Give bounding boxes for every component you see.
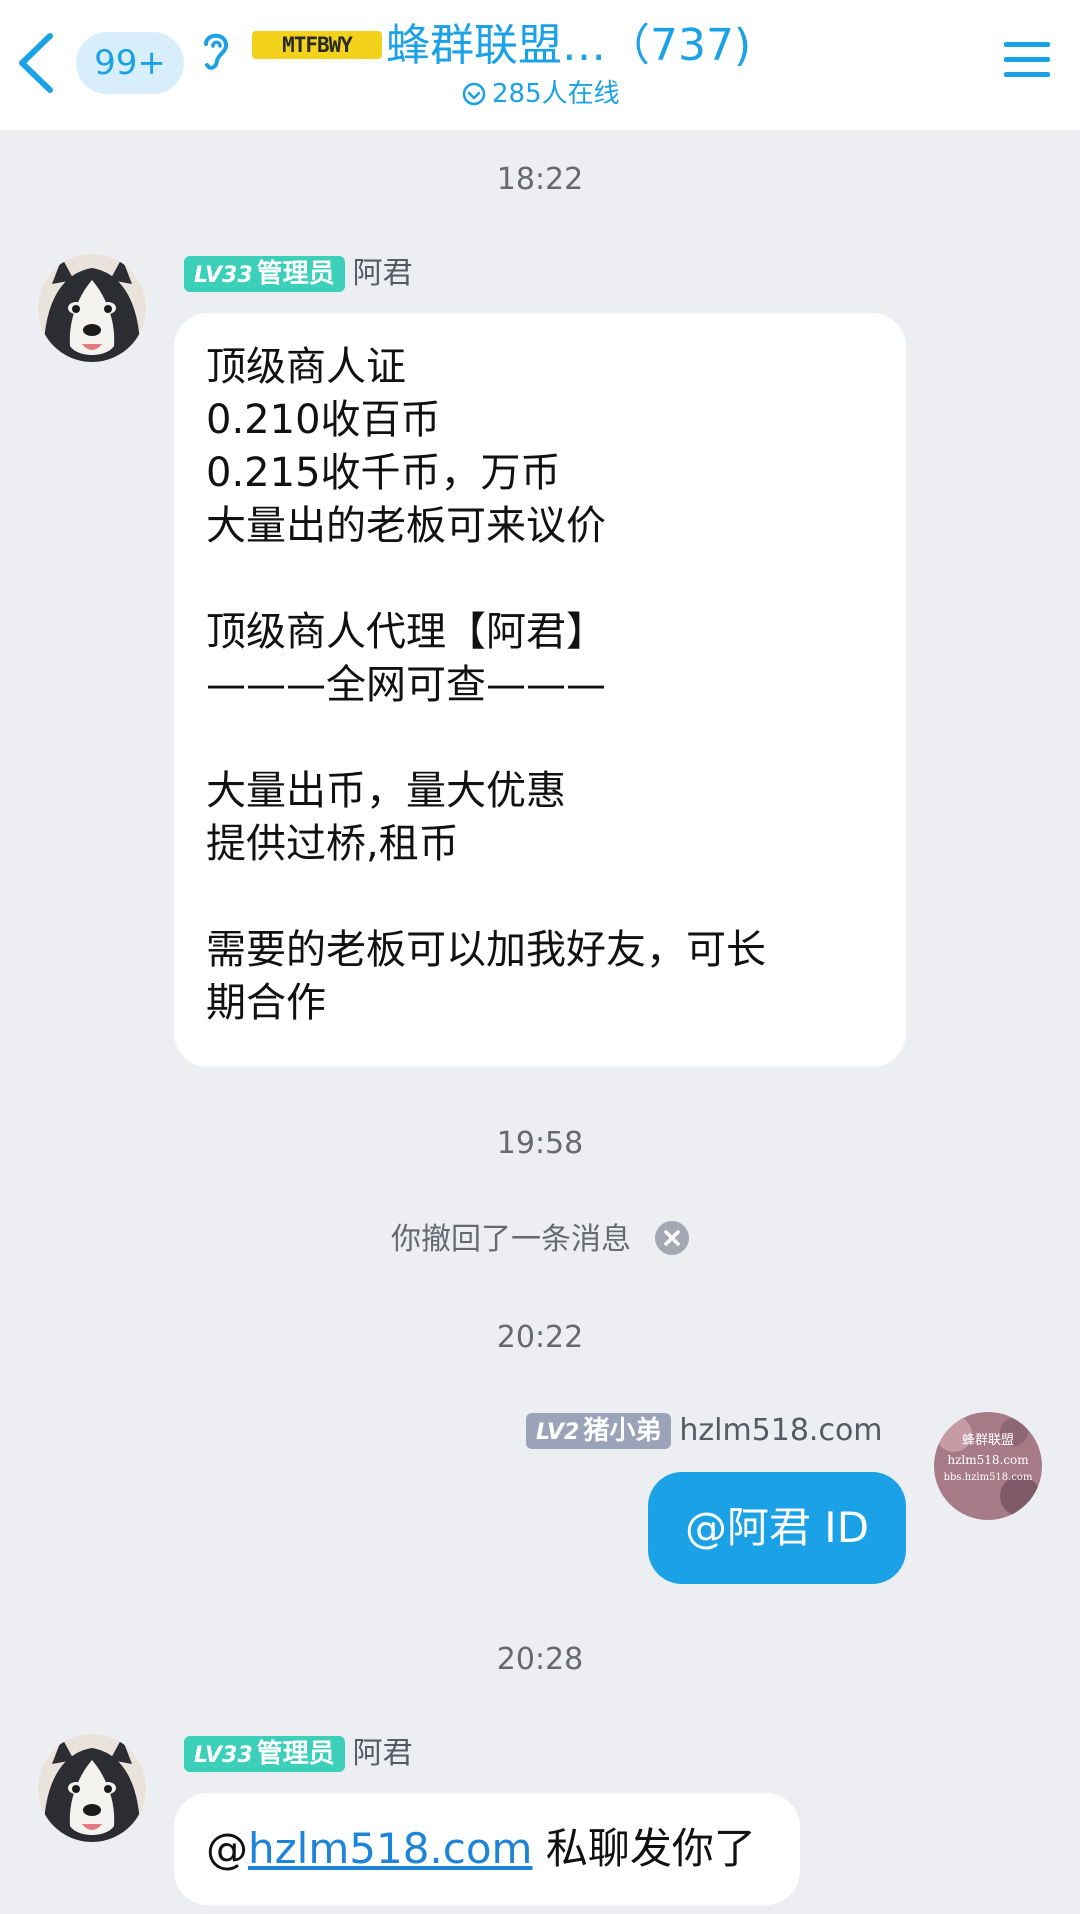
at-symbol: @ [206, 1824, 248, 1873]
menu-icon[interactable] [1002, 38, 1052, 82]
message-bubble[interactable]: @hzlm518.com 私聊发你了 [174, 1793, 800, 1905]
message-line: 期合作 [206, 980, 326, 1026]
timestamp: 18:22 [496, 162, 584, 197]
message-text: @阿君 ID [684, 1503, 870, 1552]
message-line: 大量出币，量大优惠 [206, 768, 566, 814]
message-line: 需要的老板可以加我好友，可长 [206, 927, 766, 973]
chat-header: 99+ MTFBWY 蜂群联盟…（737) 285人在线 [0, 0, 1080, 130]
avatar-ajun[interactable] [38, 254, 146, 362]
husky-avatar-image [38, 254, 146, 362]
message-line: 顶级商人证 [206, 344, 406, 390]
sender-info: LV2 猪小弟 hzlm518.com [526, 1410, 883, 1450]
avatar-self[interactable]: 蜂群联盟 hzlm518.com bbs.hzlm518.com [934, 1412, 1042, 1520]
recall-notice: 你撤回了一条消息 [0, 1220, 1080, 1260]
sender-info: LV33 管理员 阿君 [184, 253, 413, 293]
avatar-text: 蜂群联盟 [962, 1433, 1014, 1448]
avatar-text: hzlm518.com [947, 1453, 1029, 1467]
sender-name[interactable]: 阿君 [353, 1736, 413, 1771]
message-bubble-outgoing[interactable]: @阿君 ID [648, 1472, 906, 1584]
ear-icon[interactable] [198, 28, 232, 72]
group-title[interactable]: 蜂群联盟…（737) [386, 16, 766, 76]
message-line: 提供过桥,租币 [206, 821, 459, 867]
message-text: 顶级商人证 0.210收百币 0.215收千币，万币 大量出的老板可来议价 顶级… [206, 341, 766, 1030]
sender-name[interactable]: 阿君 [353, 256, 413, 291]
level-badge: LV33 管理员 [184, 255, 345, 292]
message-text-after: 私聊发你了 [532, 1824, 756, 1873]
recall-notice-text: 你撤回了一条消息 [391, 1222, 631, 1257]
online-status-icon [462, 82, 486, 106]
mention-link[interactable]: hzlm518.com [248, 1824, 532, 1873]
close-circle-icon[interactable] [655, 1221, 689, 1255]
husky-avatar-image [38, 1734, 146, 1842]
avatar-text: bbs.hzlm518.com [944, 1472, 1033, 1483]
timestamp: 20:28 [496, 1642, 584, 1677]
message-line: 大量出的老板可来议价 [206, 503, 606, 549]
level-badge: LV2 猪小弟 [526, 1412, 672, 1449]
group-logo: MTFBWY [252, 31, 382, 59]
back-arrow-icon[interactable] [14, 30, 58, 96]
sender-name[interactable]: hzlm518.com [679, 1413, 882, 1448]
message-text: @hzlm518.com 私聊发你了 [206, 1793, 756, 1905]
level-badge: LV33 管理员 [184, 1735, 345, 1772]
online-count-label: 285人在线 [492, 79, 620, 109]
timestamp: 19:58 [496, 1126, 584, 1161]
message-line: 0.215收千币，万币 [206, 450, 561, 496]
unread-count-badge[interactable]: 99+ [76, 32, 184, 94]
message-bubble[interactable]: 顶级商人证 0.210收百币 0.215收千币，万币 大量出的老板可来议价 顶级… [174, 313, 906, 1067]
message-line: 0.210收百币 [206, 397, 441, 443]
message-line: 顶级商人代理【阿君】 [206, 609, 606, 655]
avatar-ajun[interactable] [38, 1734, 146, 1842]
seal-avatar-image: 蜂群联盟 hzlm518.com bbs.hzlm518.com [934, 1412, 1042, 1520]
message-line: ———全网可查——— [206, 662, 606, 708]
timestamp: 20:22 [496, 1320, 584, 1355]
sender-info: LV33 管理员 阿君 [184, 1733, 413, 1773]
online-count[interactable]: 285人在线 [462, 76, 620, 112]
